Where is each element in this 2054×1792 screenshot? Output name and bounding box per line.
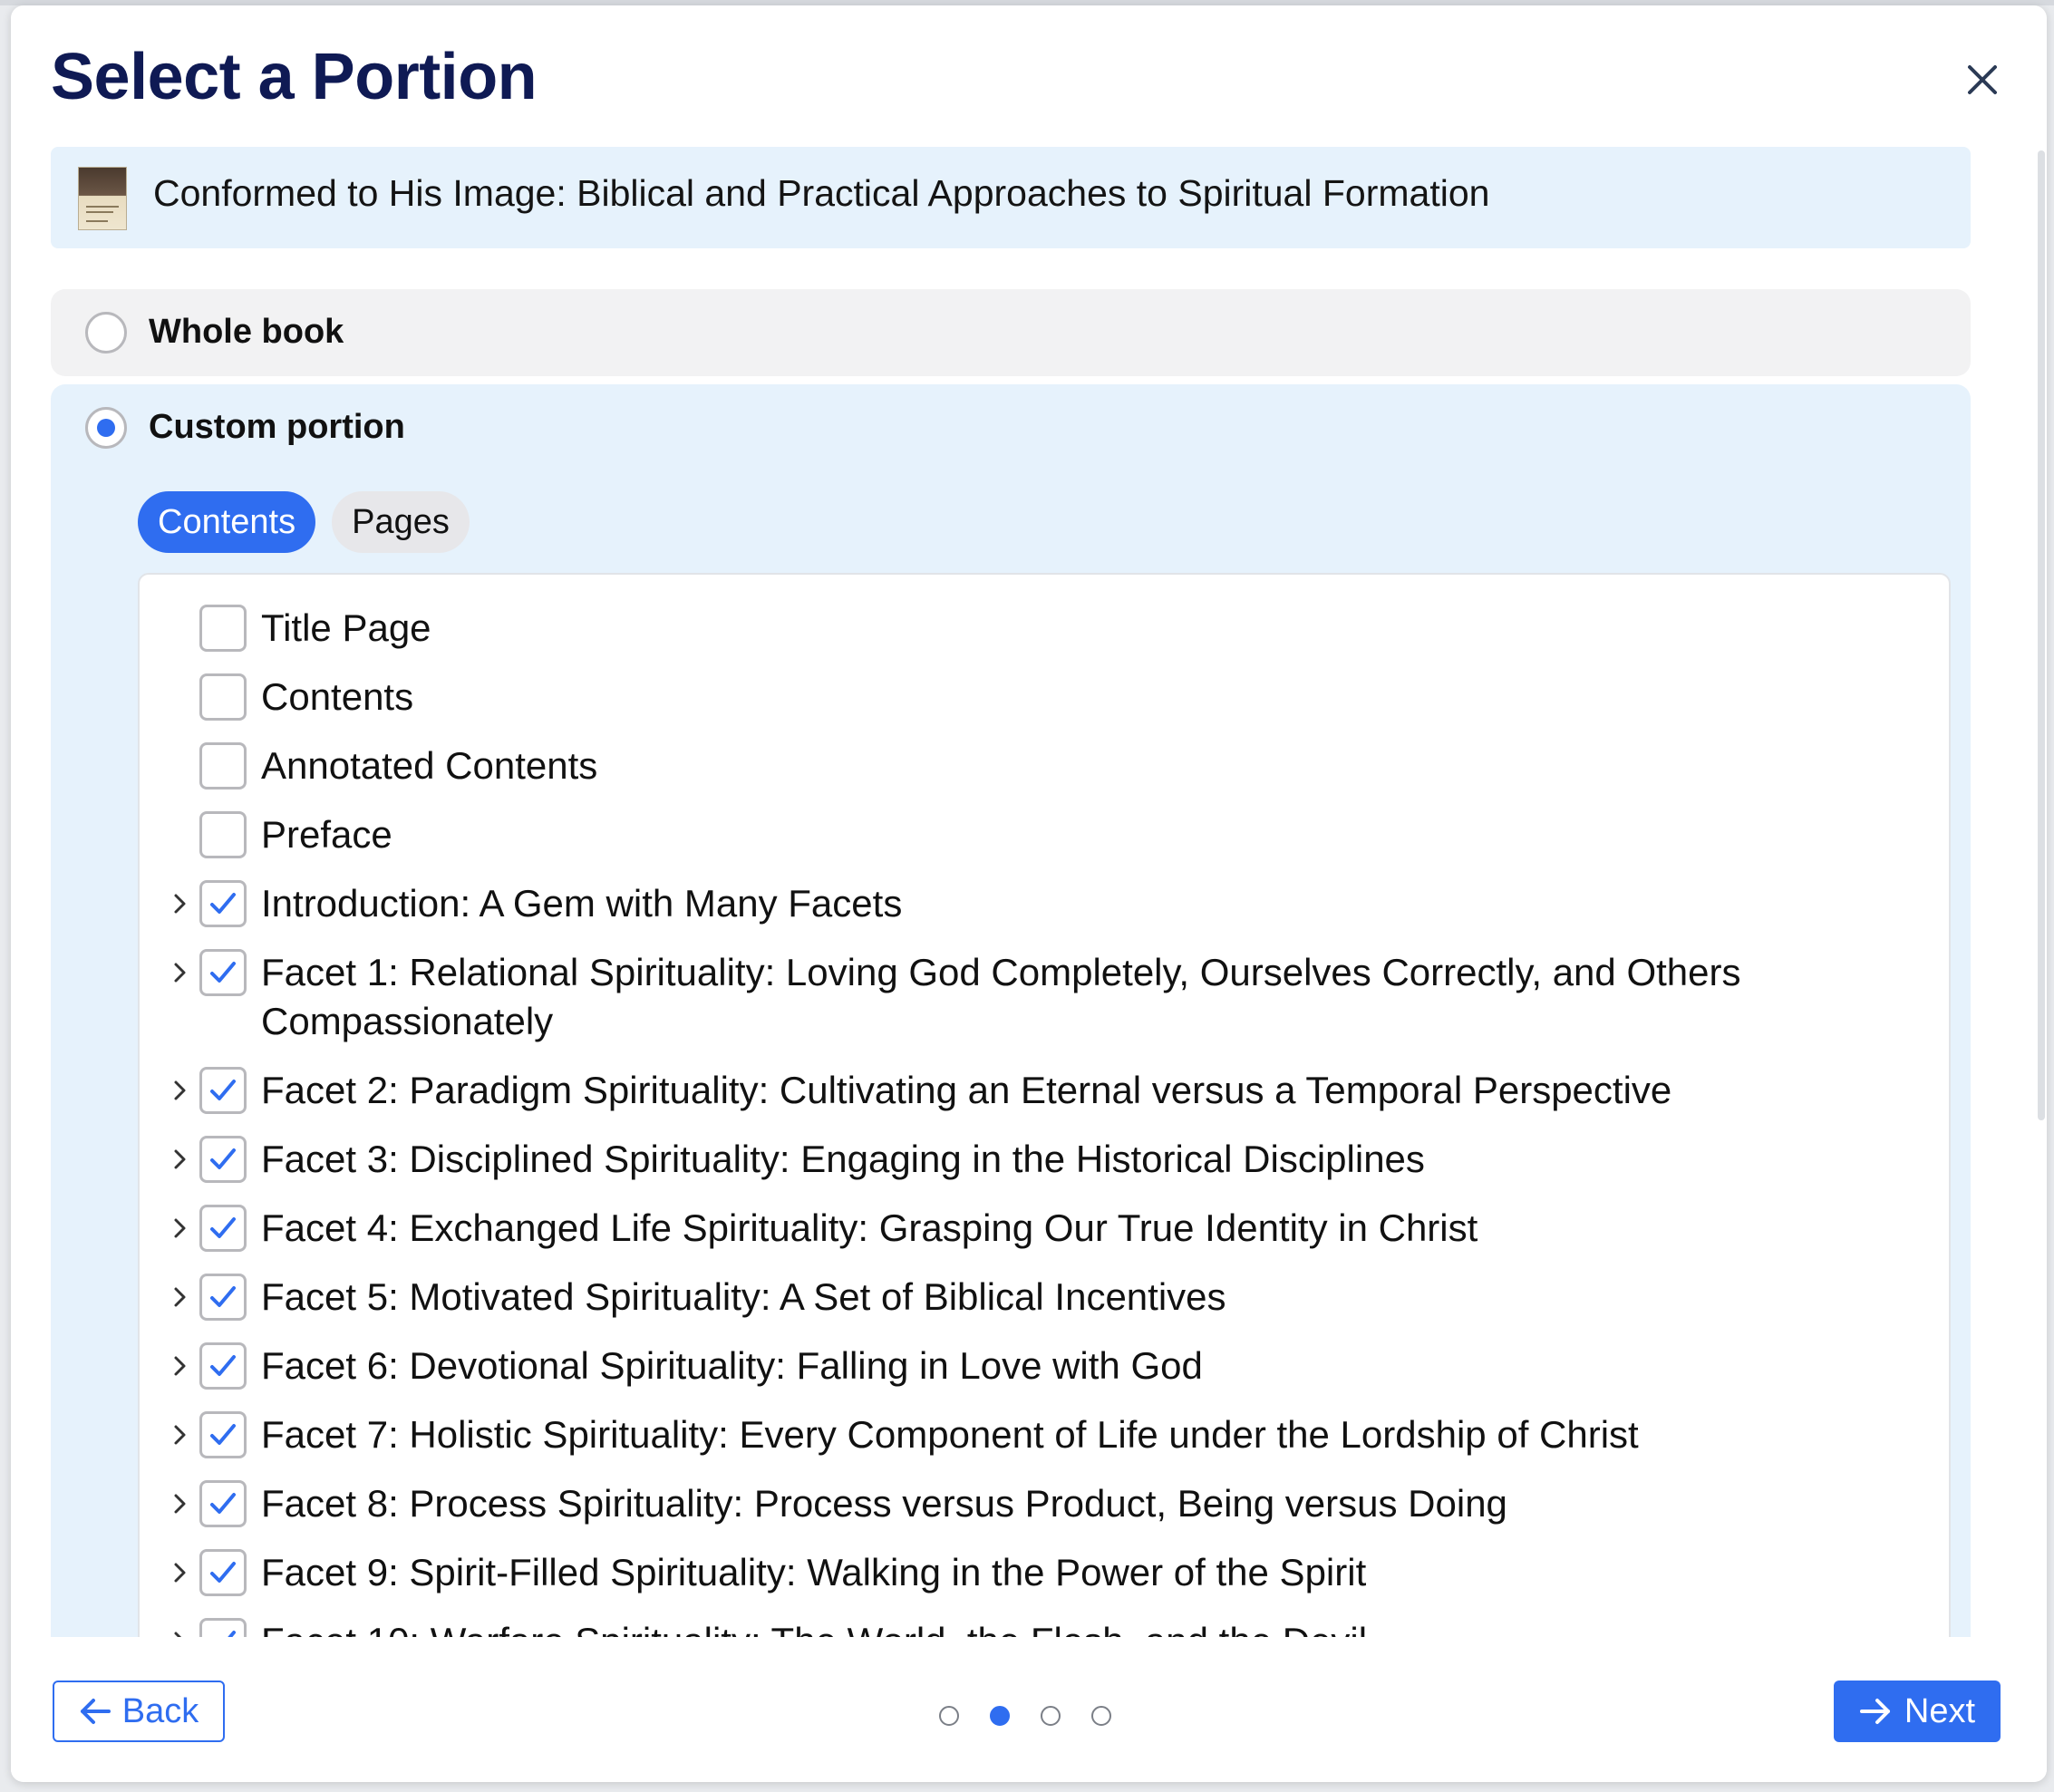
checkmark-icon (210, 1562, 236, 1583)
checkbox-checked[interactable] (199, 1274, 247, 1321)
contents-item-label: Contents (261, 675, 414, 718)
chevron-right-icon[interactable] (167, 1348, 194, 1384)
checkmark-icon (210, 1355, 236, 1376)
contents-item-label: Facet 9: Spirit-Filled Spirituality: Wal… (261, 1551, 1367, 1593)
tab-contents[interactable]: Contents (138, 491, 316, 553)
contents-item-label: Facet 6: Devotional Spirituality: Fallin… (261, 1344, 1203, 1387)
checkmark-icon (210, 893, 236, 914)
contents-item-label: Title Page (261, 606, 431, 649)
step-dot[interactable] (939, 1706, 959, 1726)
custom-portion-label: Custom portion (149, 408, 405, 446)
option-whole-book[interactable]: Whole book (51, 289, 1971, 376)
contents-item[interactable]: Facet 7: Holistic Spirituality: Every Co… (140, 1410, 1943, 1459)
checkbox-checked[interactable] (199, 1549, 247, 1596)
book-title: Conformed to His Image: Biblical and Pra… (153, 172, 1490, 214)
tab-pages[interactable]: Pages (332, 491, 470, 553)
dialog-title: Select a Portion (51, 41, 538, 113)
checkbox-checked[interactable] (199, 1067, 247, 1114)
contents-item-label: Annotated Contents (261, 744, 598, 787)
whole-book-radio[interactable] (85, 312, 127, 354)
contents-item[interactable]: Contents (140, 673, 1943, 722)
contents-item[interactable]: Introduction: A Gem with Many Facets (140, 879, 1943, 928)
next-label: Next (1904, 1691, 1976, 1730)
checkmark-icon (210, 1148, 236, 1169)
checkmark-icon (210, 1080, 236, 1100)
checkbox-checked[interactable] (199, 1205, 247, 1252)
contents-item-label: Preface (261, 813, 392, 856)
contents-item[interactable]: Facet 8: Process Spirituality: Process v… (140, 1479, 1943, 1528)
contents-item-label: Facet 5: Motivated Spirituality: A Set o… (261, 1275, 1226, 1318)
contents-item[interactable]: Facet 2: Paradigm Spirituality: Cultivat… (140, 1066, 1943, 1115)
checkbox[interactable] (199, 811, 247, 858)
whole-book-label: Whole book (149, 313, 344, 351)
checkmark-icon (210, 962, 236, 983)
chevron-right-icon[interactable] (167, 1417, 194, 1453)
chevron-right-icon[interactable] (167, 1210, 194, 1246)
arrow-left-icon (80, 1699, 111, 1724)
contents-item-label: Facet 7: Holistic Spirituality: Every Co… (261, 1413, 1639, 1456)
chevron-right-icon[interactable] (167, 1555, 194, 1591)
checkmark-icon (210, 1217, 236, 1238)
contents-item-label: Facet 2: Paradigm Spirituality: Cultivat… (261, 1069, 1672, 1111)
step-indicator (939, 1706, 1111, 1726)
checkbox-checked[interactable] (199, 880, 247, 927)
checkbox-checked[interactable] (199, 1342, 247, 1390)
chevron-right-icon[interactable] (167, 1141, 194, 1177)
book-banner: Conformed to His Image: Biblical and Pra… (51, 147, 1971, 248)
checkbox-checked[interactable] (199, 1136, 247, 1183)
contents-item[interactable]: Facet 9: Spirit-Filled Spirituality: Wal… (140, 1548, 1943, 1597)
option-custom-portion[interactable]: Custom portion Contents Pages Title Page… (51, 384, 1971, 1751)
next-button[interactable]: Next (1834, 1681, 2001, 1742)
contents-item-label: Facet 4: Exchanged Life Spirituality: Gr… (261, 1206, 1478, 1249)
arrow-right-icon (1859, 1699, 1890, 1724)
chevron-right-icon[interactable] (167, 954, 194, 991)
select-portion-dialog: Select a Portion Conformed to His Image:… (11, 5, 2047, 1782)
contents-item-label: Facet 8: Process Spirituality: Process v… (261, 1482, 1507, 1525)
contents-item[interactable]: Facet 5: Motivated Spirituality: A Set o… (140, 1273, 1943, 1322)
step-dot[interactable] (1041, 1706, 1061, 1726)
contents-item-label: Facet 3: Disciplined Spirituality: Engag… (261, 1138, 1425, 1180)
scrollbar[interactable] (2038, 150, 2045, 1120)
checkbox-checked[interactable] (199, 1411, 247, 1458)
checkbox-checked[interactable] (199, 1480, 247, 1527)
chevron-right-icon[interactable] (167, 1279, 194, 1315)
custom-portion-radio[interactable] (85, 407, 127, 449)
contents-item[interactable]: Facet 4: Exchanged Life Spirituality: Gr… (140, 1204, 1943, 1253)
chevron-right-icon[interactable] (167, 1072, 194, 1109)
contents-item[interactable]: Preface (140, 810, 1943, 859)
chevron-right-icon[interactable] (167, 1486, 194, 1522)
close-button[interactable] (1955, 53, 2010, 107)
contents-list: Title Page Contents Annotated Contents Pref… (138, 573, 1951, 1751)
checkmark-icon (210, 1286, 236, 1307)
checkmark-icon (210, 1424, 236, 1445)
book-cover-image (78, 167, 127, 230)
checkbox-checked[interactable] (199, 949, 247, 996)
contents-item[interactable]: Annotated Contents (140, 741, 1943, 790)
contents-item[interactable]: Title Page (140, 604, 1943, 653)
contents-item-label: Introduction: A Gem with Many Facets (261, 882, 903, 925)
checkmark-icon (210, 1493, 236, 1514)
back-button[interactable]: Back (53, 1681, 225, 1742)
step-dot[interactable] (1091, 1706, 1111, 1726)
checkbox[interactable] (199, 742, 247, 789)
step-dot-current[interactable] (990, 1706, 1010, 1726)
chevron-right-icon[interactable] (167, 886, 194, 922)
portion-tabs: Contents Pages (138, 491, 470, 553)
back-label: Back (121, 1691, 199, 1730)
contents-item[interactable]: Facet 3: Disciplined Spirituality: Engag… (140, 1135, 1943, 1184)
contents-item[interactable]: Facet 6: Devotional Spirituality: Fallin… (140, 1342, 1943, 1390)
checkbox[interactable] (199, 673, 247, 721)
contents-item-label: Facet 1: Relational Spirituality: Loving… (261, 951, 1741, 1042)
close-icon (1968, 65, 1997, 94)
checkbox[interactable] (199, 605, 247, 652)
contents-item[interactable]: Facet 1: Relational Spirituality: Loving… (140, 948, 1943, 1046)
